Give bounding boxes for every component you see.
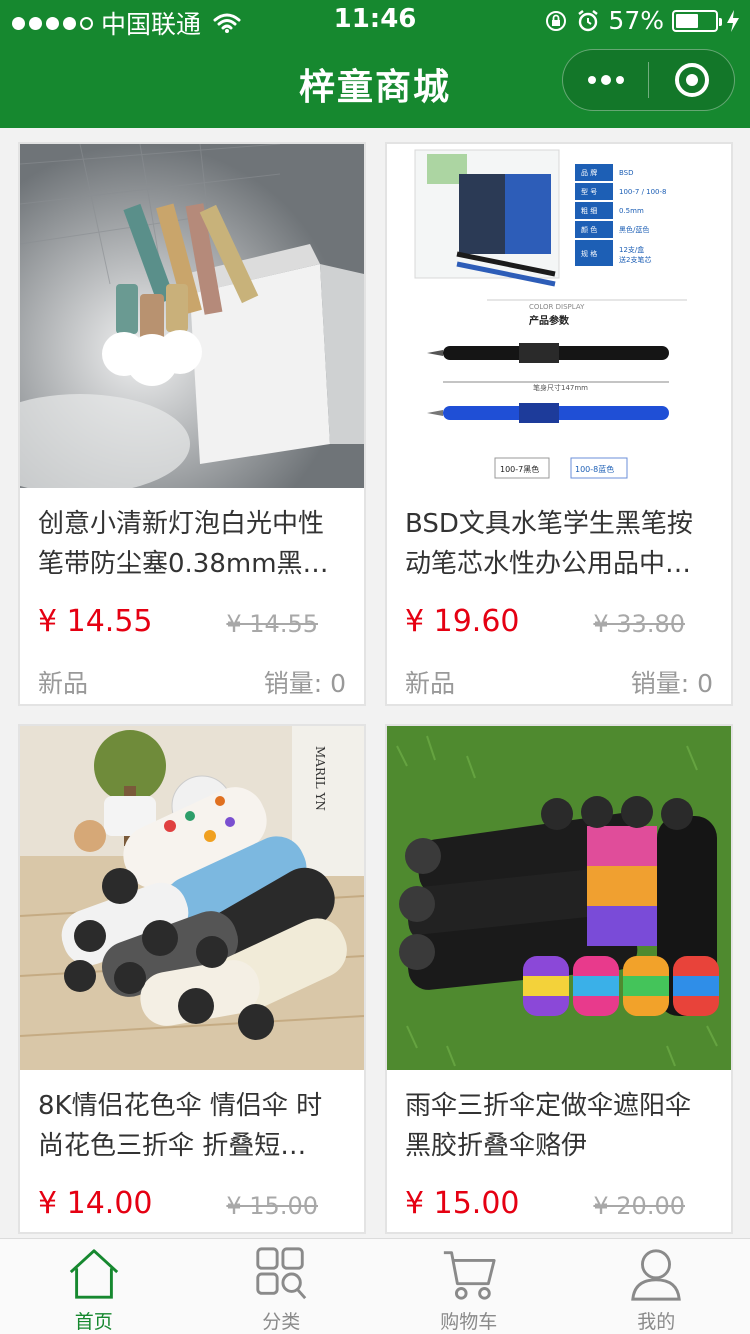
product-price: ¥ 15.00 <box>405 1186 520 1221</box>
product-image[interactable] <box>387 726 731 1070</box>
tab-label: 首页 <box>74 1311 113 1333</box>
meta-row: 新品 销量: 0 <box>405 664 713 704</box>
product-card[interactable]: 品 牌 型 号 粗 细 颜 色 规 格 BSD 100-7 / 100-8 0.… <box>385 142 733 706</box>
spec-value: 12支/盒 <box>619 245 644 254</box>
tab-home[interactable]: 首页 <box>0 1239 188 1334</box>
spec-key: 颜 色 <box>581 225 597 234</box>
more-button[interactable] <box>563 50 648 110</box>
spec-value: 黑色/蓝色 <box>619 225 649 234</box>
battery-percent: 57% <box>608 6 664 35</box>
profile-icon <box>631 1249 682 1301</box>
meta-row: 新品 销量: 0 <box>38 664 346 704</box>
spec-key: 品 牌 <box>581 168 597 177</box>
product-sales: 销量: 0 <box>630 669 713 698</box>
top-bar: 中国联通 11:46 57% 梓童商城 <box>0 0 750 128</box>
price-row: ¥ 19.60 ¥ 33.80 <box>405 600 713 650</box>
product-price: ¥ 19.60 <box>405 604 520 639</box>
tab-label: 购物车 <box>440 1311 498 1333</box>
miniprogram-capsule <box>562 49 735 111</box>
product-image[interactable]: 品 牌 型 号 粗 细 颜 色 规 格 BSD 100-7 / 100-8 0.… <box>387 144 731 488</box>
tab-cart[interactable]: 购物车 <box>375 1239 563 1334</box>
tab-category[interactable]: 分类 <box>188 1239 376 1334</box>
product-card[interactable]: 创意小清新灯泡白光中性笔带防尘塞0.38mm黑… ¥ 14.55 ¥ 14.55… <box>18 142 366 706</box>
product-card[interactable]: MARIL YN 8K情侣花色伞 情侣伞 时尚花色三折伞 折叠短… ¥ 14.0… <box>18 724 366 1234</box>
close-target-icon <box>674 63 709 97</box>
spec-key: 规 格 <box>581 249 597 258</box>
params-title: 产品参数 <box>529 314 570 327</box>
close-button[interactable] <box>649 50 734 110</box>
variant-black-label: 100-7黑色 <box>500 464 539 474</box>
variant-blue-label: 100-8蓝色 <box>575 464 614 474</box>
product-sales: 销量: 0 <box>263 669 346 698</box>
spec-key: 粗 细 <box>581 206 597 215</box>
bottom-tab-bar: 首页 分类 购物车 我的 <box>0 1238 750 1334</box>
home-icon <box>69 1249 118 1299</box>
product-image[interactable] <box>20 144 364 488</box>
product-tag: 新品 <box>38 669 89 698</box>
color-display-label: COLOR DISPLAY <box>529 303 585 311</box>
product-original-price: ¥ 33.80 <box>593 610 685 638</box>
spec-extra: 送2支笔芯 <box>619 255 651 264</box>
spec-value: 100-7 / 100-8 <box>619 188 667 196</box>
battery-icon <box>672 9 722 32</box>
price-row: ¥ 14.55 ¥ 14.55 <box>38 600 346 650</box>
price-row: ¥ 15.00 ¥ 20.00 <box>405 1182 713 1232</box>
product-card[interactable]: 雨伞三折伞定做伞遮阳伞黑胶折叠伞赂伊 ¥ 15.00 ¥ 20.00 <box>385 724 733 1234</box>
spec-key: 型 号 <box>581 187 597 196</box>
product-price: ¥ 14.55 <box>38 604 153 639</box>
product-price: ¥ 14.00 <box>38 1186 153 1221</box>
cart-icon <box>443 1251 496 1300</box>
product-tag: 新品 <box>405 669 456 698</box>
status-bar: 中国联通 11:46 57% <box>0 0 750 40</box>
product-image[interactable]: MARIL YN <box>20 726 364 1070</box>
size-note: 笔身尺寸147mm <box>533 383 588 392</box>
alarm-icon <box>578 9 599 31</box>
product-title[interactable]: 8K情侣花色伞 情侣伞 时尚花色三折伞 折叠短… <box>38 1086 346 1166</box>
product-grid: 创意小清新灯泡白光中性笔带防尘塞0.38mm黑… ¥ 14.55 ¥ 14.55… <box>0 128 750 1238</box>
tab-label: 分类 <box>262 1311 301 1333</box>
spec-value: BSD <box>619 169 634 177</box>
status-right: 57% <box>544 6 740 35</box>
product-original-price: ¥ 20.00 <box>593 1192 685 1220</box>
tab-label: 我的 <box>637 1311 676 1333</box>
product-original-price: ¥ 14.55 <box>226 610 318 638</box>
product-title[interactable]: 雨伞三折伞定做伞遮阳伞黑胶折叠伞赂伊 <box>405 1086 713 1166</box>
product-title[interactable]: BSD文具水笔学生黑笔按动笔芯水性办公用品中… <box>405 504 713 584</box>
charging-icon <box>727 9 739 32</box>
more-dots-icon <box>587 75 624 85</box>
spec-value: 0.5mm <box>619 207 644 215</box>
book-spine-text: MARIL YN <box>313 746 327 811</box>
product-title[interactable]: 创意小清新灯泡白光中性笔带防尘塞0.38mm黑… <box>38 504 346 584</box>
rotation-lock-icon <box>546 10 567 31</box>
tab-profile[interactable]: 我的 <box>563 1239 750 1334</box>
product-original-price: ¥ 15.00 <box>226 1192 318 1220</box>
category-icon <box>256 1247 307 1300</box>
price-row: ¥ 14.00 ¥ 15.00 <box>38 1182 346 1232</box>
